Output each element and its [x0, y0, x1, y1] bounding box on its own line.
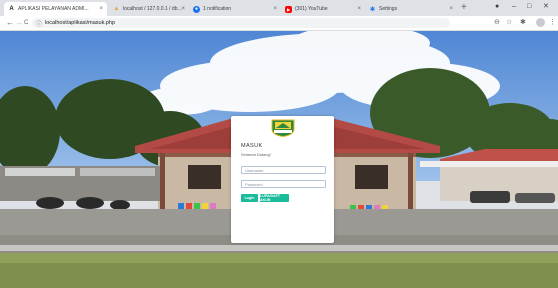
- page-viewport: MASUK Selamat Datang! Login LUPA/DAFT AK…: [0, 31, 558, 288]
- app-logo-icon: A: [9, 6, 14, 12]
- back-button[interactable]: ←: [6, 18, 14, 28]
- tab-label: APLIKASI PELAYANAN ADMI...: [18, 6, 89, 12]
- profile-dot-icon: ●: [495, 3, 500, 10]
- close-tab-icon[interactable]: ×: [273, 6, 277, 12]
- tab-label: (301) YouTube: [295, 6, 328, 12]
- forward-button[interactable]: →: [15, 18, 23, 28]
- phpmyadmin-icon: ▲: [113, 6, 120, 12]
- zoom-icon[interactable]: ⊖: [494, 18, 500, 28]
- login-card: MASUK Selamat Datang! Login LUPA/DAFT AK…: [231, 116, 334, 243]
- tab-aplikasi[interactable]: A APLIKASI PELAYANAN ADMI... ×: [4, 2, 107, 16]
- site-info-icon[interactable]: ⓘ: [36, 19, 42, 28]
- tab-label: localhost / 127.0.0.1 / db_sp: [123, 6, 185, 12]
- forgot-account-button[interactable]: LUPA/DAFT AKUN: [260, 194, 289, 202]
- close-window-button[interactable]: ✕: [543, 2, 549, 12]
- profile-avatar[interactable]: [536, 18, 545, 27]
- extensions-icon[interactable]: ✱: [520, 18, 526, 28]
- notification-icon: ●: [193, 5, 200, 13]
- login-subtitle: Selamat Datang!: [241, 152, 271, 157]
- password-input[interactable]: [241, 180, 326, 188]
- maximize-button[interactable]: □: [527, 2, 531, 12]
- username-input[interactable]: [241, 166, 326, 174]
- tab-strip: A APLIKASI PELAYANAN ADMI... × ▲ localho…: [0, 0, 558, 16]
- close-tab-icon[interactable]: ×: [181, 6, 185, 12]
- login-button[interactable]: Login: [241, 194, 258, 202]
- settings-gear-icon: ✻: [369, 6, 376, 13]
- youtube-icon: ▶: [285, 5, 292, 13]
- browser-toolbar: ← → C ⓘ localhost/aplikasi/masuk.php ⊖ ☆…: [0, 16, 558, 31]
- tab-label: 1 notification: [203, 6, 232, 12]
- close-tab-icon[interactable]: ×: [357, 6, 361, 12]
- tab-notification[interactable]: ● 1 notification ×: [189, 2, 281, 16]
- address-bar[interactable]: ⓘ localhost/aplikasi/masuk.php: [32, 18, 450, 28]
- close-tab-icon[interactable]: ×: [449, 6, 453, 12]
- address-text: localhost/aplikasi/masuk.php: [45, 20, 116, 26]
- login-title: MASUK: [241, 143, 263, 149]
- new-tab-button[interactable]: +: [461, 2, 467, 14]
- reload-button[interactable]: C: [24, 18, 28, 28]
- regency-logo: [271, 119, 295, 137]
- tab-settings[interactable]: ✻ Settings ×: [365, 2, 457, 16]
- menu-icon[interactable]: ⋮: [549, 18, 556, 28]
- bookmark-star-icon[interactable]: ☆: [506, 18, 512, 28]
- tab-phpmyadmin[interactable]: ▲ localhost / 127.0.0.1 / db_sp ×: [109, 2, 189, 16]
- tab-youtube[interactable]: ▶ (301) YouTube ×: [281, 2, 365, 16]
- tab-label: Settings: [379, 6, 398, 12]
- minimize-button[interactable]: –: [512, 2, 516, 12]
- close-tab-icon[interactable]: ×: [99, 6, 103, 12]
